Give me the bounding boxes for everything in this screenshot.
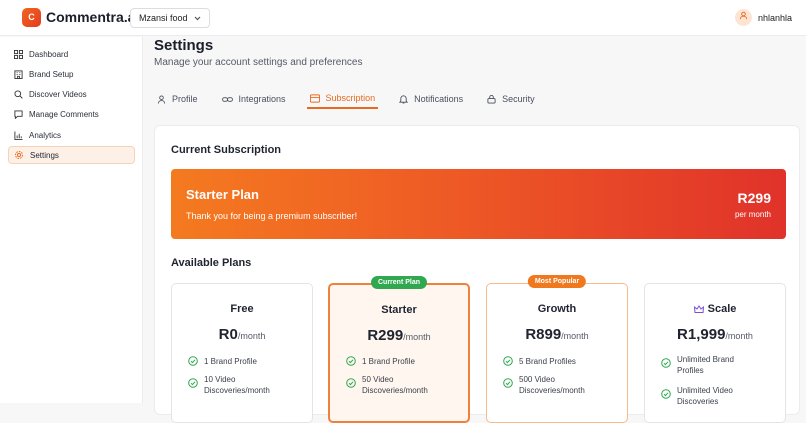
current-plan-period: per month: [734, 210, 771, 219]
plan-feature: 1 Brand Profile: [346, 356, 415, 367]
current-plan-thanks: Thank you for being a premium subscriber…: [186, 211, 358, 221]
comment-icon: [13, 109, 23, 119]
tab-notifications[interactable]: Notifications: [396, 89, 466, 109]
top-bar: C Commentra.ai Mzansi food nhlanhla: [0, 0, 806, 36]
plan-price: R1,999: [677, 326, 726, 343]
user-name: nhlanhla: [757, 12, 792, 23]
sidebar-item-analytics[interactable]: Analytics: [8, 126, 135, 144]
avatar: [734, 9, 752, 26]
plan-feature: 500 Video Discoveries/month: [503, 374, 603, 396]
page-subtitle: Manage your account settings and prefere…: [154, 57, 363, 68]
plan-name: Free: [230, 303, 254, 315]
plan-period: /month: [725, 331, 753, 341]
tab-label: Subscription: [325, 93, 376, 103]
plan-feature: 1 Brand Profile: [188, 356, 257, 367]
current-plan-name: Starter Plan: [186, 187, 259, 202]
bell-icon: [399, 95, 409, 104]
link-icon: [221, 96, 233, 102]
brand-select[interactable]: Mzansi food: [130, 8, 210, 28]
check-circle-icon: [188, 356, 198, 366]
check-circle-icon: [661, 389, 671, 399]
sidebar-item-label: Settings: [30, 150, 59, 160]
plan-name: Scale: [707, 303, 737, 315]
plan-card-scale[interactable]: Scale R1,999/month Unlimited Brand Profi…: [644, 283, 786, 423]
plan-feature: Unlimited Video Discoveries: [661, 385, 761, 407]
gear-icon: [14, 150, 24, 160]
plan-name: Starter: [381, 304, 417, 316]
chevron-down-icon: [194, 16, 200, 20]
most-popular-badge: Most Popular: [527, 275, 587, 288]
current-plan-banner: Starter Plan Thank you for being a premi…: [171, 169, 786, 239]
sidebar-item-label: Brand Setup: [29, 69, 74, 79]
check-circle-icon: [661, 358, 671, 368]
sidebar-item-label: Dashboard: [29, 49, 69, 59]
subscription-card: Current Subscription Starter Plan Thank …: [154, 125, 800, 423]
tab-label: Security: [502, 94, 535, 104]
sidebar-item-brand-setup[interactable]: Brand Setup: [8, 65, 135, 83]
user-menu[interactable]: nhlanhla: [734, 9, 792, 26]
tab-integrations[interactable]: Integrations: [219, 89, 289, 109]
app-name: Commentra.ai: [46, 9, 140, 25]
logo-icon: C: [22, 8, 41, 27]
sidebar-item-manage-comments[interactable]: Manage Comments: [8, 105, 135, 123]
plan-period: /month: [403, 332, 431, 342]
plan-price: R299: [367, 327, 404, 344]
tab-label: Notifications: [414, 94, 464, 104]
brand-select-value: Mzansi food: [139, 13, 188, 23]
check-circle-icon: [503, 378, 513, 388]
building-icon: [13, 69, 23, 79]
card-icon: [309, 93, 320, 103]
check-circle-icon: [346, 378, 356, 388]
current-plan-badge: Current Plan: [370, 276, 428, 289]
user-icon: [739, 11, 748, 20]
lock-icon: [487, 94, 496, 104]
plan-period: /month: [237, 331, 266, 341]
sidebar-item-dashboard[interactable]: Dashboard: [8, 45, 135, 63]
plan-card-growth[interactable]: Most Popular Growth R899/month 5 Brand P…: [486, 275, 628, 423]
plan-card-free[interactable]: Free R0/month 1 Brand Profile 10 Video D…: [171, 283, 313, 423]
current-subscription-title: Current Subscription: [171, 144, 282, 156]
tab-subscription[interactable]: Subscription: [306, 89, 379, 109]
page-title: Settings: [154, 37, 214, 54]
sidebar-item-discover-videos[interactable]: Discover Videos: [8, 85, 135, 103]
tab-label: Integrations: [238, 94, 286, 104]
bar-chart-icon: [13, 130, 23, 140]
plan-feature: 5 Brand Profiles: [503, 356, 576, 367]
search-icon: [13, 89, 23, 99]
available-plans-title: Available Plans: [171, 257, 252, 269]
plan-feature: 10 Video Discoveries/month: [188, 374, 288, 396]
sidebar-item-label: Discover Videos: [29, 89, 87, 99]
grid-icon: [13, 49, 23, 59]
check-circle-icon: [503, 356, 513, 366]
tab-security[interactable]: Security: [484, 89, 538, 109]
plan-price: R899: [525, 326, 562, 343]
current-plan-price: R299: [737, 190, 771, 206]
plan-card-starter[interactable]: Current Plan Starter R299/month 1 Brand …: [328, 276, 470, 423]
plan-period: /month: [561, 331, 589, 341]
sidebar-item-label: Manage Comments: [29, 109, 99, 119]
crown-icon: [693, 304, 704, 313]
sidebar-item-settings[interactable]: Settings: [8, 146, 135, 164]
user-icon: [157, 94, 166, 104]
plan-price: R0: [218, 326, 238, 343]
check-circle-icon: [346, 356, 356, 366]
check-circle-icon: [188, 378, 198, 388]
tab-profile[interactable]: Profile: [154, 89, 201, 109]
settings-tabs: Profile Integrations Subscription Notifi…: [154, 89, 556, 109]
tab-label: Profile: [172, 94, 198, 104]
main-content: Settings Manage your account settings an…: [143, 37, 806, 423]
plan-name: Growth: [537, 303, 577, 315]
sidebar: Dashboard Brand Setup Discover Videos Ma…: [0, 37, 143, 403]
sidebar-item-label: Analytics: [29, 130, 62, 140]
plan-feature: 50 Video Discoveries/month: [346, 374, 446, 396]
plan-feature: Unlimited Brand Profiles: [661, 354, 761, 376]
